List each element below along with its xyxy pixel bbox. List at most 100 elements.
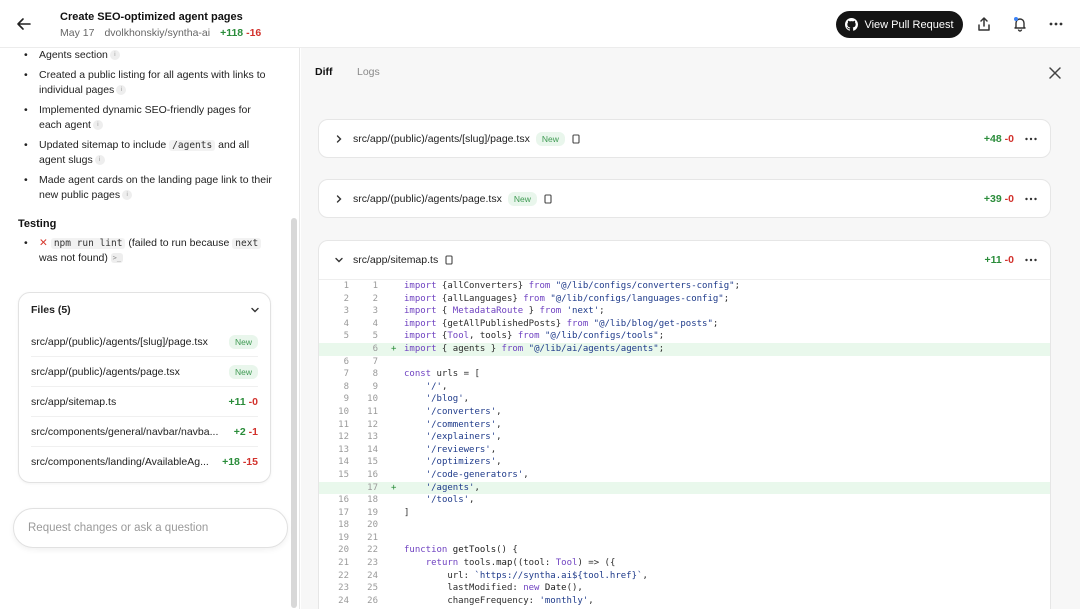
more-options-button[interactable]: [1046, 14, 1066, 34]
more-horizontal-icon: [1025, 197, 1037, 201]
old-line-number: 16: [338, 495, 349, 506]
citation-icon[interactable]: i: [92, 120, 103, 131]
files-heading: Files (5): [31, 304, 71, 316]
scrollbar[interactable]: [291, 218, 297, 608]
code-line: 13 14 '/reviewers',: [319, 444, 1050, 457]
citation-icon[interactable]: i: [116, 85, 127, 96]
code-text: changeFrequency: 'monthly',: [404, 595, 594, 606]
diff-marker: +: [391, 343, 397, 354]
share-button[interactable]: [974, 14, 994, 34]
code-line: 9 10 '/blog',: [319, 393, 1050, 406]
close-icon[interactable]: [1048, 66, 1062, 80]
code-text: '/code-generators',: [425, 469, 529, 480]
code-line: 2 2 import {allLanguages} from "@/lib/conf…: [319, 293, 1050, 306]
code-text: import {allConverters} from "@/lib/confi…: [404, 281, 740, 291]
new-line-number: 13: [367, 432, 378, 443]
old-line-number: 19: [338, 532, 349, 543]
old-line-number: 4: [343, 318, 349, 329]
back-button[interactable]: [12, 12, 36, 36]
code-text: url: `https://syntha.ai${tool.href}`,: [404, 570, 648, 581]
diff-file-header[interactable]: src/app/(public)/agents/[slug]/page.tsx …: [319, 120, 1050, 158]
diff-file-header[interactable]: src/app/sitemap.ts +11 -0: [319, 241, 1050, 279]
code-text: import {getAllPublishedPosts} from "@/li…: [404, 318, 719, 329]
code-line: 16 18 '/tools',: [319, 494, 1050, 507]
tab-diff[interactable]: Diff: [315, 66, 333, 78]
file-stats: +11 -0: [228, 395, 259, 408]
old-line-number: 22: [338, 570, 349, 581]
view-pull-request-button[interactable]: View Pull Request: [836, 11, 963, 38]
diff-file-header[interactable]: src/app/(public)/agents/page.tsx New +39…: [319, 180, 1050, 218]
old-line-number: 7: [343, 369, 349, 380]
new-line-number: 18: [367, 495, 378, 506]
new-line-number: 6: [372, 343, 378, 354]
inline-code: next: [232, 238, 262, 249]
tab-logs[interactable]: Logs: [357, 66, 380, 78]
new-badge: New: [228, 364, 258, 379]
copy-icon[interactable]: [571, 134, 581, 144]
citation-icon[interactable]: i: [94, 155, 105, 166]
repo-name: dvolkhonskiy/syntha-ai: [104, 27, 211, 39]
file-list-item[interactable]: src/components/landing/AvailableAg... +1…: [31, 447, 258, 477]
diff-file-stats: +11 -0: [984, 254, 1015, 266]
code-line-added: 17 + '/agents',: [319, 481, 1050, 495]
inline-code: npm run lint: [50, 238, 126, 249]
chevron-right-icon[interactable]: [333, 193, 345, 205]
file-list-item[interactable]: src/components/general/navbar/navba... +…: [31, 417, 258, 447]
code-text: const urls = [: [404, 369, 480, 380]
old-line-number: 2: [343, 293, 349, 304]
new-line-number: 21: [367, 532, 378, 543]
new-line-number: 15: [367, 457, 378, 468]
testing-heading: Testing: [18, 218, 57, 230]
file-options-button[interactable]: [1024, 253, 1038, 267]
request-changes-input[interactable]: [13, 508, 288, 548]
share-icon: [978, 17, 990, 31]
citation-icon[interactable]: i: [109, 50, 120, 61]
github-icon: [845, 18, 859, 31]
old-line-number: 8: [343, 381, 349, 392]
code-line: 22 24 url: `https://syntha.ai${tool.href}…: [319, 570, 1050, 583]
view-pull-request-label: View Pull Request: [864, 18, 954, 31]
file-list-item[interactable]: src/app/(public)/agents/page.tsx New: [31, 357, 258, 387]
new-line-number: 24: [367, 570, 378, 581]
notifications-button[interactable]: [1010, 14, 1030, 34]
copy-icon[interactable]: [444, 255, 454, 265]
code-line: 14 15 '/optimizers',: [319, 456, 1050, 469]
chevron-down-icon[interactable]: [249, 304, 261, 316]
code-line: 11 12 '/commenters',: [319, 419, 1050, 432]
file-list-item[interactable]: src/app/sitemap.ts +11 -0: [31, 387, 258, 417]
diff-marker: +: [391, 482, 397, 493]
task-meta: May 17 dvolkhonskiy/syntha-ai +118 -16: [60, 27, 261, 39]
new-line-number: 16: [367, 469, 378, 480]
diff-file-path: src/app/(public)/agents/page.tsx: [353, 193, 502, 205]
code-text: lastModified: new Date(),: [404, 583, 583, 594]
code-text: function getTools() {: [404, 545, 518, 556]
chevron-right-icon[interactable]: [333, 133, 345, 145]
summary-bullet: Made agent cards on the landing page lin…: [24, 173, 274, 203]
chevron-down-icon[interactable]: [333, 254, 345, 266]
new-line-number: 3: [372, 306, 378, 317]
summary-bullet: Updated sitemap to include /agents and a…: [24, 138, 274, 168]
bell-icon: [1014, 17, 1026, 32]
code-text: import {allLanguages} from "@/lib/config…: [404, 293, 730, 304]
terminal-icon[interactable]: >_: [110, 253, 123, 264]
old-line-number: 10: [338, 406, 349, 417]
citation-icon[interactable]: i: [122, 190, 133, 201]
file-list-item[interactable]: src/app/(public)/agents/[slug]/page.tsx …: [31, 327, 258, 357]
new-badge: New: [535, 132, 565, 146]
new-line-number: 11: [367, 406, 378, 417]
new-line-number: 2: [372, 293, 378, 304]
new-line-number: 25: [367, 583, 378, 594]
code-line: 67: [319, 356, 1050, 369]
file-options-button[interactable]: [1024, 192, 1038, 206]
summary-bullets: Agents sectioni Created a public listing…: [24, 48, 274, 208]
code-text: import { agents } from "@/lib/ai/agents/…: [404, 343, 665, 354]
file-stats: +2 -1: [233, 425, 258, 438]
file-options-button[interactable]: [1024, 132, 1038, 146]
old-line-number: 21: [338, 558, 349, 569]
old-line-number: 14: [338, 457, 349, 468]
total-additions: +118: [220, 27, 244, 39]
old-line-number: 11: [338, 419, 349, 430]
copy-icon[interactable]: [543, 194, 553, 204]
code-diff-view: 1 1 import {allConverters} from "@/lib/con…: [319, 279, 1050, 607]
code-line: 8 9 '/',: [319, 381, 1050, 394]
